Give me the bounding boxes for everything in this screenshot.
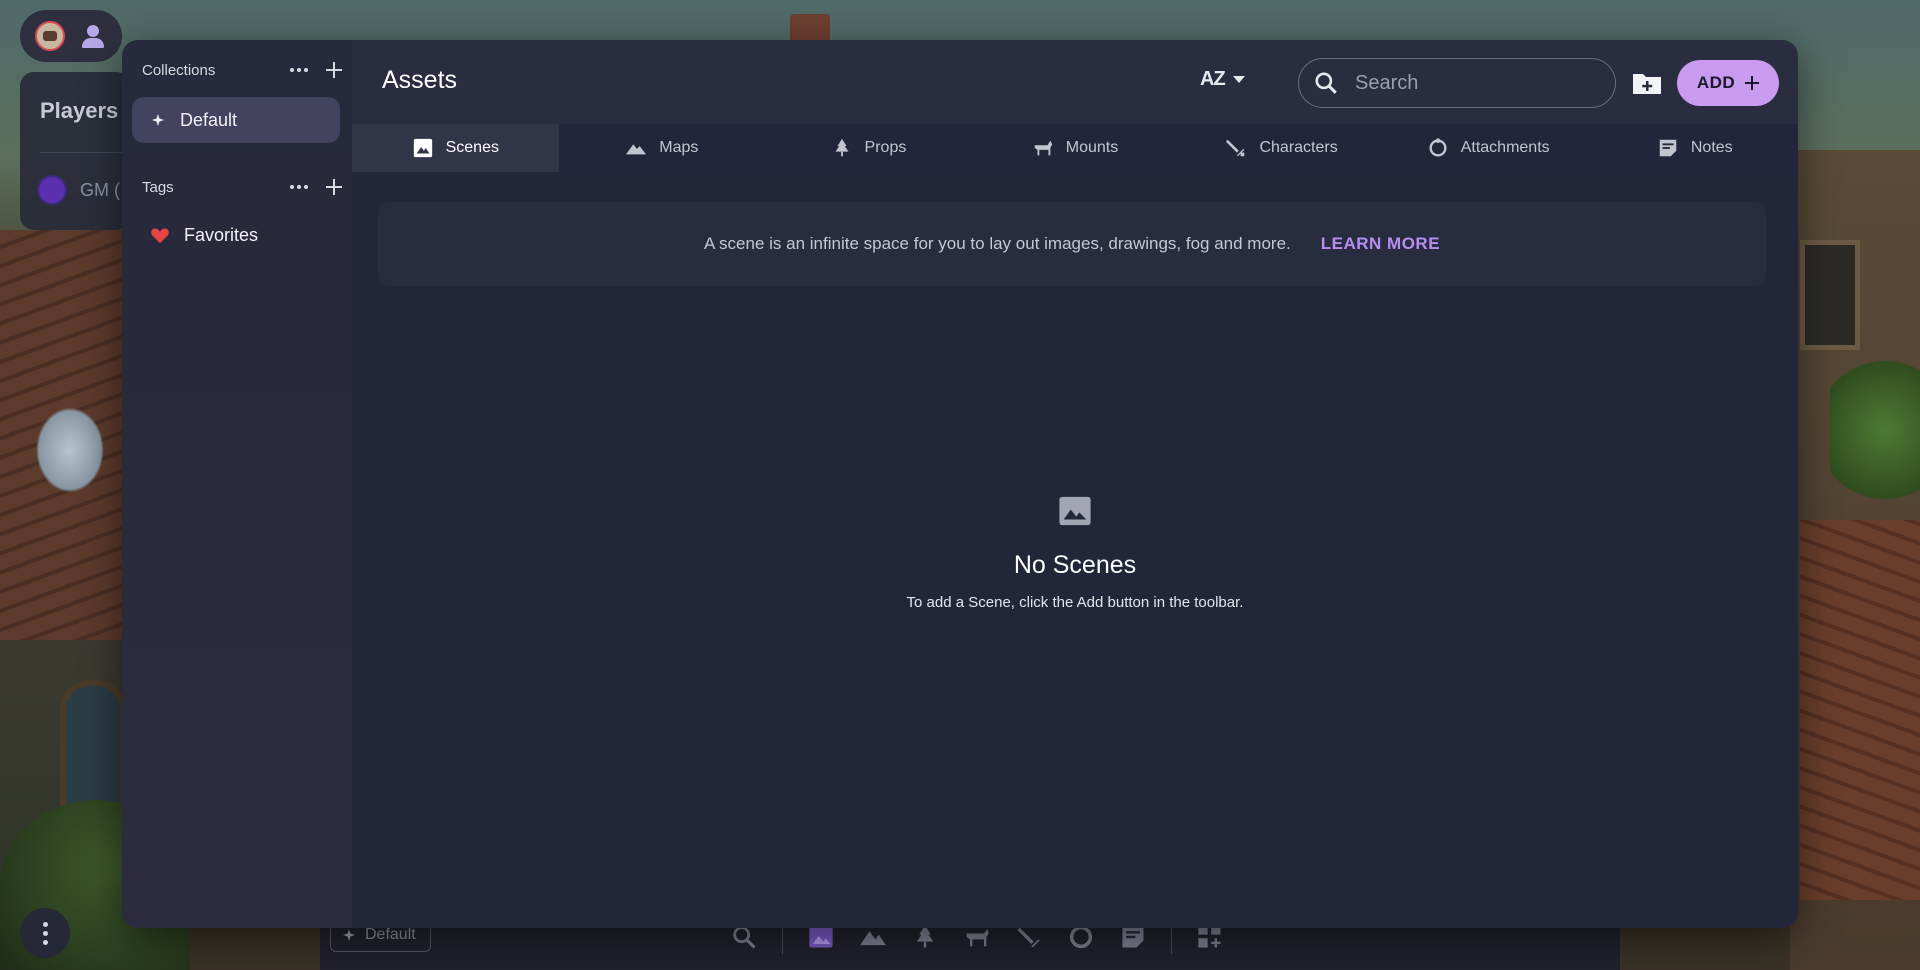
collections-header: Collections [142,56,342,84]
chimney [790,14,830,42]
window-right [1800,240,1860,350]
tab-label: Attachments [1460,139,1550,156]
user-pill [20,10,122,62]
empty-title: No Scenes [1013,551,1137,579]
assets-dialog: Collections Default Tags Favorites Asset… [122,40,1798,928]
horse-icon [1034,140,1052,156]
tab-mounts[interactable]: Mounts [972,124,1179,172]
collection-label: Default [180,109,238,130]
mountain-icon [626,144,647,155]
sparkle-icon [150,112,166,128]
collections-actions [290,62,342,78]
empty-state: No Scenes To add a Scene, click the Add … [352,495,1798,611]
sword-icon [1226,139,1245,157]
tag-label: Favorites [184,224,259,245]
more-menu-button[interactable] [20,908,70,958]
empty-subtitle: To add a Scene, click the Add button in … [906,594,1244,611]
chevron-down-icon [1232,76,1245,83]
image-icon [1059,496,1091,526]
plus-icon [1745,76,1760,90]
image-icon [413,138,432,158]
add-collection-icon[interactable] [326,62,342,78]
tree-icon [835,138,848,157]
assets-main: Assets AZ ADD Scenes Maps [352,40,1798,928]
players-divider [40,152,130,153]
bird [30,400,110,500]
bottom-collection-label: Default [365,926,416,943]
players-panel: Players GM ( [20,72,130,230]
tab-label: Props [864,139,907,156]
sort-icon: AZ [1200,68,1226,90]
more-icon[interactable] [290,185,308,189]
tab-characters[interactable]: Characters [1178,124,1385,172]
gm-label: GM ( [80,180,120,200]
more-icon[interactable] [290,68,308,72]
sparkle-icon [341,927,357,943]
tab-label: Scenes [445,139,499,156]
person-icon[interactable] [79,22,107,50]
gm-avatar[interactable] [37,175,67,205]
collection-item-default[interactable]: Default [132,97,340,143]
search-icon [1315,72,1337,94]
tab-label: Maps [659,139,699,156]
heart-icon [151,228,169,244]
dot [42,930,48,936]
add-button[interactable]: ADD [1677,60,1779,106]
new-folder-icon[interactable] [1632,70,1662,96]
players-title: Players [40,98,119,123]
assets-topbar: Assets AZ ADD [352,40,1798,124]
tag-item-favorites[interactable]: Favorites [132,212,340,258]
roof-right [1800,520,1920,900]
tab-attachments[interactable]: Attachments [1385,124,1592,172]
tab-props[interactable]: Props [765,124,972,172]
add-label: ADD [1696,73,1736,92]
sort-button[interactable]: AZ [1200,68,1245,91]
info-text: A scene is an infinite space for you to … [703,234,1291,253]
tab-label: Mounts [1065,139,1119,156]
tags-header: Tags [142,173,342,201]
search-box[interactable] [1298,58,1616,108]
assets-sidebar: Collections Default Tags Favorites [122,40,352,928]
tab-label: Notes [1690,139,1733,156]
tab-scenes[interactable]: Scenes [352,124,559,172]
add-tag-icon[interactable] [326,179,342,195]
search-input[interactable] [1355,71,1595,95]
asset-tabs: Scenes Maps Props Mounts Characters Atta… [352,124,1798,172]
tags-actions [290,179,342,195]
tags-title: Tags [142,178,174,196]
dot [42,921,48,927]
tab-label: Characters [1259,139,1338,156]
dot [42,939,48,945]
info-banner: A scene is an infinite space for you to … [378,202,1766,286]
collections-title: Collections [142,61,216,79]
tab-maps[interactable]: Maps [559,124,766,172]
note-icon [1659,139,1677,157]
learn-more-link[interactable]: LEARN MORE [1321,234,1440,254]
tab-notes[interactable]: Notes [1591,124,1798,172]
page-title: Assets [382,66,458,94]
tree-right [1830,350,1920,510]
avatar-icon[interactable] [35,21,65,51]
ring-icon [1429,138,1447,157]
